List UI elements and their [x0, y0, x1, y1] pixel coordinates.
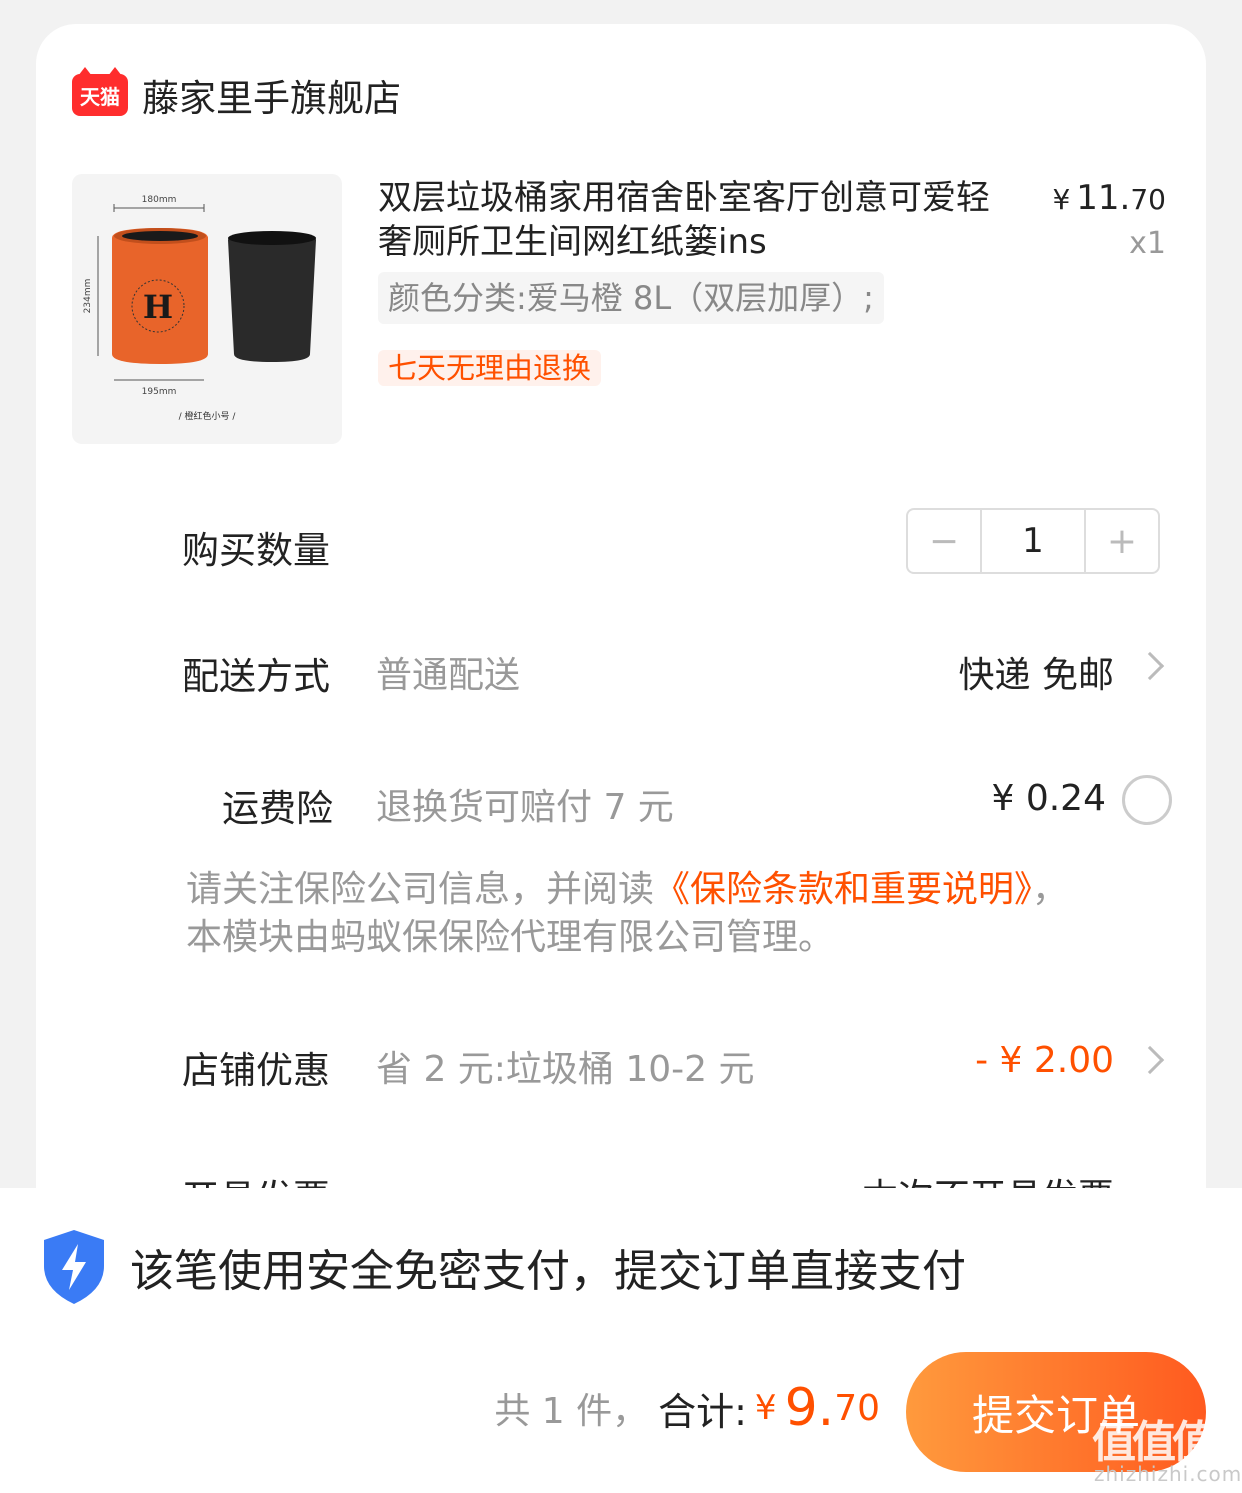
delivery-value[interactable]: 快递 免邮	[959, 646, 1114, 698]
discount-value[interactable]: - ¥ 2.00	[975, 1040, 1114, 1081]
image-caption: / 橙红色小号 /	[179, 410, 237, 422]
product-image[interactable]: 180mm 234mm H 195mm / 橙红色小号 /	[72, 174, 342, 444]
total-decimal: 70	[834, 1387, 880, 1429]
insurance-terms-link[interactable]: 《保险条款和重要说明》	[654, 869, 1032, 910]
price-integer: 11.	[1076, 178, 1131, 218]
item-count: 共 1 件，	[494, 1391, 649, 1432]
shield-lightning-icon	[44, 1230, 104, 1304]
quantity-value[interactable]: 1	[980, 510, 1086, 572]
delivery-chevron-icon[interactable]	[1135, 651, 1165, 681]
price-currency: ¥	[1052, 183, 1071, 216]
order-card: 天猫 藤家里手旗舰店 180mm 234mm H 195mm / 橙红色小号 /…	[36, 24, 1206, 1224]
insurance-label: 运费险	[222, 787, 333, 830]
price-decimal: 70	[1130, 183, 1166, 216]
product-title[interactable]: 双层垃圾桶家用宿舍卧室客厅创意可爱轻奢厕所卫生间网红纸篓ins	[378, 176, 1018, 264]
quantity-stepper[interactable]: − 1 +	[906, 508, 1160, 574]
bottom-dimension-label: 195mm	[142, 387, 177, 397]
watermark-logo: 值值值	[1092, 1417, 1216, 1468]
insurance-price: ¥ 0.24	[991, 778, 1106, 819]
discount-label: 店铺优惠	[182, 1049, 330, 1092]
height-dimension-label: 234mm	[83, 279, 93, 314]
decrement-button[interactable]: −	[908, 510, 980, 572]
sku-selection[interactable]: 颜色分类:爱马橙 8L（双层加厚）;	[378, 272, 884, 324]
order-total: 共 1 件， 合计: ¥ 9. 70	[0, 1358, 880, 1458]
insurance-radio[interactable]	[1122, 775, 1172, 825]
return-policy-badge: 七天无理由退换	[378, 350, 602, 386]
insurance-description: 退换货可赔付 7 元	[376, 787, 674, 828]
discount-description: 省 2 元:垃圾桶 10-2 元	[376, 1049, 755, 1090]
width-dimension-label: 180mm	[142, 195, 177, 205]
discount-chevron-icon[interactable]	[1135, 1045, 1165, 1075]
tmall-logo-icon: 天猫	[72, 67, 128, 116]
insurance-notice: 请关注保险公司信息，并阅读《保险条款和重要说明》，本模块由蚂蚁保保险代理有限公司…	[186, 866, 1086, 962]
total-label: 合计:	[658, 1389, 747, 1434]
delivery-method: 普通配送	[376, 655, 521, 696]
secure-payment-text: 该笔使用安全免密支付，提交订单直接支付	[130, 1246, 966, 1297]
total-currency: ¥	[754, 1388, 777, 1428]
store-name[interactable]: 藤家里手旗舰店	[142, 68, 401, 122]
checkout-bar: 该笔使用安全免密支付，提交订单直接支付 共 1 件， 合计: ¥ 9. 70 提…	[0, 1188, 1242, 1493]
trash-bin-illustration: 180mm 234mm H 195mm / 橙红色小号 /	[83, 195, 316, 422]
product-quantity: x1	[1129, 226, 1166, 261]
notice-text: 请关注保险公司信息，并阅读	[186, 869, 655, 910]
product-price: ¥11.70	[1052, 178, 1166, 218]
quantity-label: 购买数量	[182, 529, 330, 572]
brand-letter: H	[143, 288, 173, 326]
total-integer: 9.	[784, 1378, 835, 1438]
increment-button[interactable]: +	[1086, 510, 1158, 572]
delivery-label: 配送方式	[182, 655, 330, 698]
store-header[interactable]: 天猫 藤家里手旗舰店	[72, 67, 401, 122]
secure-payment-notice: 该笔使用安全免密支付，提交订单直接支付	[40, 1228, 966, 1306]
watermark-url: zhizhizhi.com	[1094, 1462, 1242, 1486]
